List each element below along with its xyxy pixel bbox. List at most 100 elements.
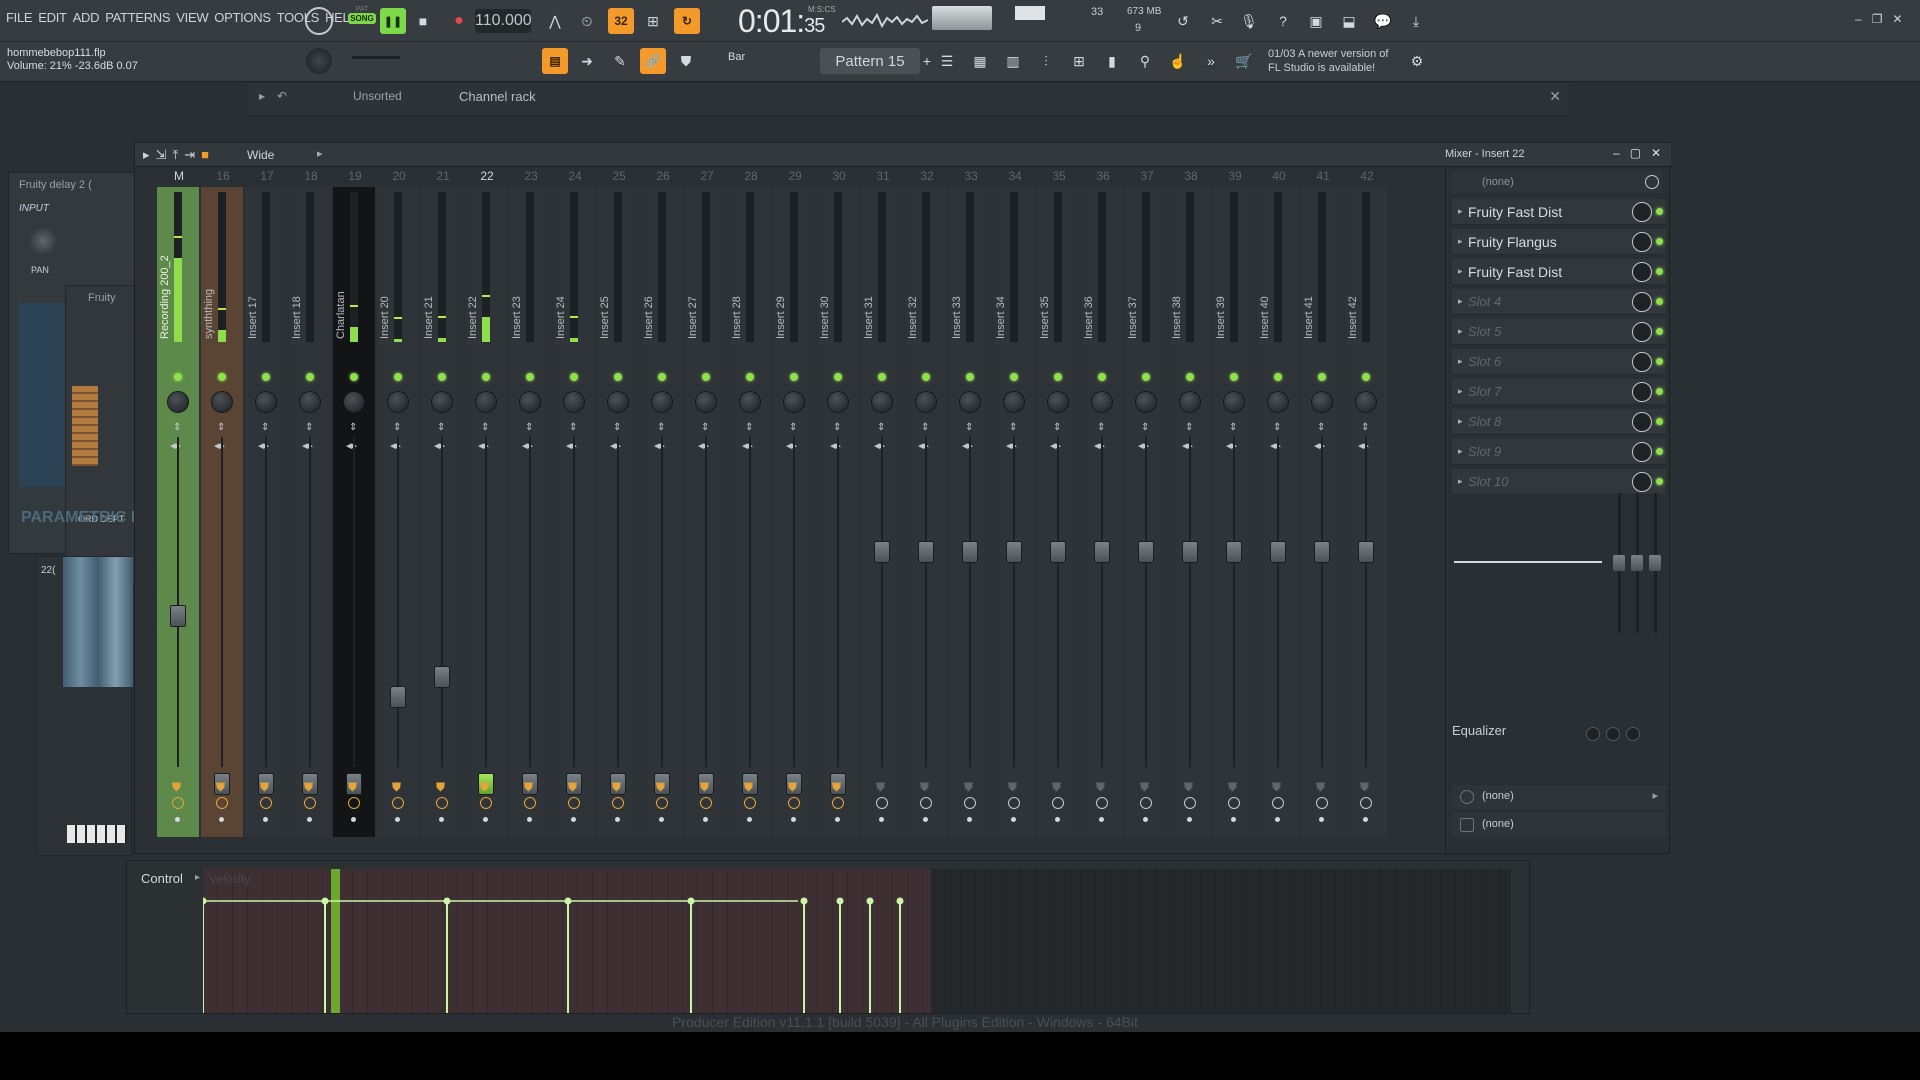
arm-record-icon[interactable]: ⛊ xyxy=(1008,781,1020,793)
strip-name[interactable]: Insert 28 xyxy=(731,189,745,339)
stereo-sep-icon[interactable]: ◂▸ xyxy=(654,439,665,452)
swap-icon[interactable]: ⇕ xyxy=(613,423,623,433)
arm-record-icon[interactable]: ⛊ xyxy=(216,781,228,793)
strip-name[interactable]: Charlatan xyxy=(335,189,349,339)
insert-input-select[interactable]: (none) xyxy=(1452,171,1662,193)
velocity-events[interactable] xyxy=(203,869,931,1013)
slot-mix-knob[interactable] xyxy=(1632,202,1652,222)
slot-enable-led[interactable] xyxy=(1656,358,1663,365)
fader-track[interactable] xyxy=(661,437,663,767)
strip-name[interactable]: Insert 39 xyxy=(1215,189,1229,339)
fader-track[interactable] xyxy=(177,437,179,767)
route-knob[interactable] xyxy=(700,797,712,809)
link-icon[interactable]: 🔗 xyxy=(640,48,666,74)
route-dot[interactable] xyxy=(879,817,884,822)
effect-slot[interactable]: ▸ Fruity Fast Dist xyxy=(1452,199,1666,225)
route-knob[interactable] xyxy=(216,797,228,809)
mixer-strip[interactable]: Insert 27 ⇕ ◂▸ ⛊ xyxy=(685,187,727,837)
route-knob[interactable] xyxy=(1008,797,1020,809)
plugin-database-icon[interactable]: ⚲ xyxy=(1132,48,1158,74)
mixer-strip[interactable]: Insert 26 ⇕ ◂▸ ⛊ xyxy=(641,187,683,837)
download-icon[interactable]: ⤓ xyxy=(1403,8,1429,34)
playlist-icon[interactable]: ▤ xyxy=(542,48,568,74)
fader-track[interactable] xyxy=(529,437,531,767)
swap-icon[interactable]: ⇕ xyxy=(1141,423,1151,433)
slot-enable-led[interactable] xyxy=(1656,238,1663,245)
close-icon[interactable]: ✕ xyxy=(1892,12,1902,26)
route-dot[interactable] xyxy=(923,817,928,822)
swap-icon[interactable]: ⇕ xyxy=(1009,423,1019,433)
stereo-sep-icon[interactable]: ◂▸ xyxy=(1138,439,1149,452)
arm-record-icon[interactable]: ⛊ xyxy=(436,781,448,793)
record-button[interactable]: ● xyxy=(446,8,472,34)
strip-name[interactable]: synththing xyxy=(203,189,217,339)
stereo-sep-icon[interactable]: ◂▸ xyxy=(874,439,885,452)
strip-name[interactable]: Insert 23 xyxy=(511,189,525,339)
chat-icon[interactable]: 💬 xyxy=(1370,8,1396,34)
pan-knob[interactable] xyxy=(1091,391,1113,413)
strip-name[interactable]: Insert 21 xyxy=(423,189,437,339)
mixer-strip[interactable]: Insert 34 ⇕ ◂▸ ⛊ xyxy=(993,187,1035,837)
route-dot[interactable] xyxy=(1319,817,1324,822)
mute-led[interactable] xyxy=(702,373,710,381)
fader-track[interactable] xyxy=(1189,437,1191,767)
pan-knob[interactable] xyxy=(167,391,189,413)
route-knob[interactable] xyxy=(744,797,756,809)
mute-led[interactable] xyxy=(834,373,842,381)
route-dot[interactable] xyxy=(747,817,752,822)
route-dot[interactable] xyxy=(483,817,488,822)
pan-knob[interactable] xyxy=(959,391,981,413)
swap-icon[interactable]: ⇕ xyxy=(745,423,755,433)
cut-icon[interactable]: ✂ xyxy=(1204,8,1230,34)
strip-name[interactable]: Insert 18 xyxy=(291,189,305,339)
stereo-sep-icon[interactable]: ◂▸ xyxy=(1270,439,1281,452)
stereo-sep-icon[interactable]: ◂▸ xyxy=(1226,439,1237,452)
pan-knob[interactable] xyxy=(299,391,321,413)
slot-mix-knob[interactable] xyxy=(1632,382,1652,402)
mixer-strip[interactable]: Insert 39 ⇕ ◂▸ ⛊ xyxy=(1213,187,1255,837)
swap-icon[interactable]: ⇕ xyxy=(1053,423,1063,433)
route-knob[interactable] xyxy=(568,797,580,809)
swap-icon[interactable]: ⇕ xyxy=(305,423,315,433)
slot-enable-led[interactable] xyxy=(1656,208,1663,215)
menu-file[interactable]: FILE xyxy=(6,10,33,25)
stereo-sep-icon[interactable]: ◂▸ xyxy=(1182,439,1193,452)
arm-record-icon[interactable]: ⛊ xyxy=(744,781,756,793)
route-knob[interactable] xyxy=(876,797,888,809)
route-knob[interactable] xyxy=(1052,797,1064,809)
volume-fader[interactable] xyxy=(962,541,978,563)
pan-knob[interactable] xyxy=(1003,391,1025,413)
fader-track[interactable] xyxy=(1365,437,1367,767)
mixer-strip[interactable]: Insert 24 ⇕ ◂▸ ⛊ xyxy=(553,187,595,837)
menu-add[interactable]: ADD xyxy=(73,10,100,25)
route-dot[interactable] xyxy=(835,817,840,822)
route-dot[interactable] xyxy=(351,817,356,822)
fader-track[interactable] xyxy=(397,437,399,767)
volume-fader[interactable] xyxy=(874,541,890,563)
fader-track[interactable] xyxy=(1321,437,1323,767)
pan-knob[interactable] xyxy=(431,391,453,413)
stereo-sep-icon[interactable]: ◂▸ xyxy=(962,439,973,452)
effect-slot[interactable]: ▸ Fruity Fast Dist xyxy=(1452,259,1666,285)
mute-led[interactable] xyxy=(570,373,578,381)
strip-name[interactable]: Insert 36 xyxy=(1083,189,1097,339)
mixer-strip[interactable]: Insert 17 ⇕ ◂▸ ⛊ xyxy=(245,187,287,837)
stereo-sep-icon[interactable]: ◂▸ xyxy=(918,439,929,452)
arm-record-icon[interactable]: ⛊ xyxy=(524,781,536,793)
cart-icon[interactable]: 🛒 xyxy=(1231,48,1257,74)
route-knob[interactable] xyxy=(1272,797,1284,809)
route-knob[interactable] xyxy=(964,797,976,809)
stereo-sep-icon[interactable]: ◂▸ xyxy=(566,439,577,452)
eq-knob-mid[interactable] xyxy=(1606,727,1620,741)
touch-icon[interactable]: ☝ xyxy=(1165,48,1191,74)
countdown-button[interactable]: 32 xyxy=(608,8,634,34)
slot-menu-icon[interactable]: ▸ xyxy=(1458,446,1463,457)
effect-slot[interactable]: ▸ Slot 7 xyxy=(1452,379,1666,405)
strip-name[interactable]: Insert 30 xyxy=(819,189,833,339)
pan-knob[interactable] xyxy=(827,391,849,413)
arm-record-icon[interactable]: ⛊ xyxy=(1140,781,1152,793)
strip-name[interactable]: Insert 29 xyxy=(775,189,789,339)
slot-menu-icon[interactable]: ▸ xyxy=(1458,206,1463,217)
slot-mix-knob[interactable] xyxy=(1632,322,1652,342)
swap-icon[interactable]: ⇕ xyxy=(1317,423,1327,433)
